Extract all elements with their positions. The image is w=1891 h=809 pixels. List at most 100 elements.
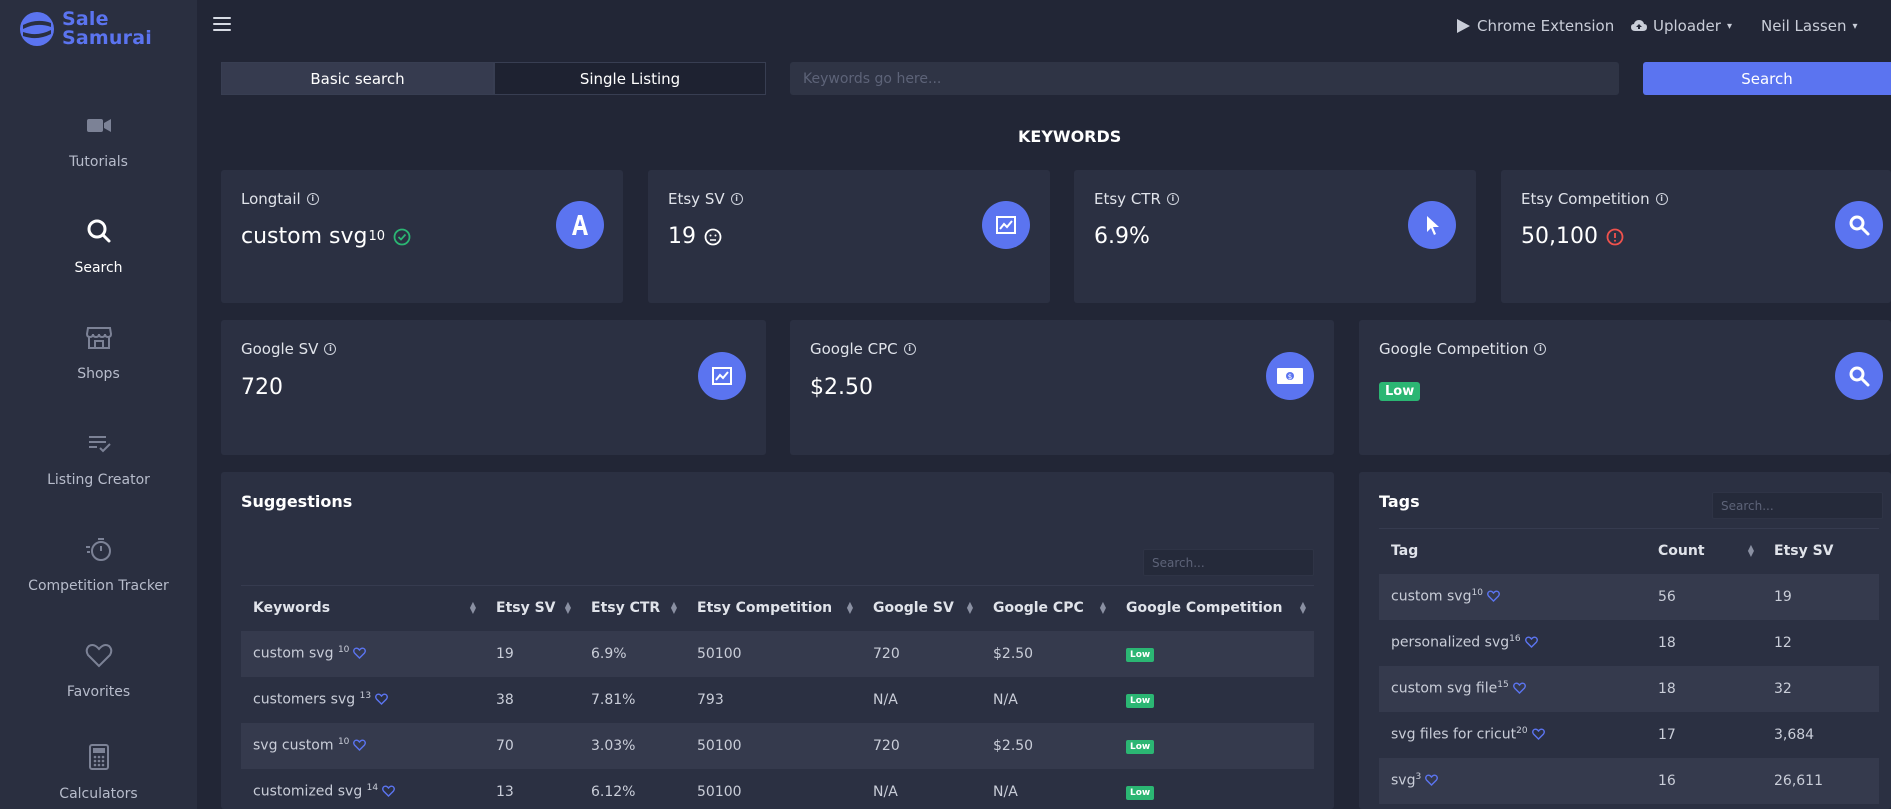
heart-outline-icon[interactable] <box>1486 590 1500 602</box>
column-header[interactable]: Count ▲ ▼ <box>1646 528 1762 574</box>
google-sv-card: Google SV i 720 <box>221 320 766 455</box>
tag-cell[interactable]: svg files for cricut20 <box>1379 711 1646 758</box>
sidebar-item-calculators[interactable]: Calculators <box>0 734 197 809</box>
tag-cell[interactable]: svg3 <box>1379 757 1646 804</box>
tag-cell[interactable]: personalized svg16 <box>1379 619 1646 666</box>
sidebar-item-search[interactable]: Search <box>0 208 197 308</box>
magnifier-icon <box>1835 201 1883 249</box>
etsy-ctr-value: 6.9% <box>1094 224 1150 249</box>
heart-outline-icon[interactable] <box>353 647 367 659</box>
cloud-upload-icon <box>1631 20 1647 31</box>
keyword-cell[interactable]: custom svg 10 <box>241 630 484 677</box>
table-row[interactable]: custom svg10 56 19 <box>1379 573 1879 620</box>
tag-cell[interactable]: custom svg10 <box>1379 573 1646 620</box>
sort-icon: ▲ ▼ <box>469 600 476 615</box>
store-icon <box>85 327 112 349</box>
etsy-competition-cell: 793 <box>685 676 861 723</box>
sidebar-item-label: Listing Creator <box>47 472 150 488</box>
search-icon <box>87 219 110 243</box>
uploader-dropdown[interactable]: Uploader ▾ <box>1631 17 1732 35</box>
logo[interactable]: Sale Samurai <box>18 10 152 48</box>
heart-outline-icon[interactable] <box>1512 682 1526 694</box>
heart-outline-icon[interactable] <box>1524 636 1538 648</box>
chevron-down-icon: ▾ <box>1726 20 1732 32</box>
table-row[interactable]: custom svg file15 18 32 <box>1379 665 1879 712</box>
sidebar-item-competition-tracker[interactable]: Competition Tracker <box>0 526 197 626</box>
tag-cell[interactable]: custom svg file15 <box>1379 665 1646 712</box>
column-header[interactable]: Tag <box>1379 528 1646 574</box>
count-cell: 18 <box>1646 619 1762 666</box>
card-label: Etsy SV i <box>668 190 743 208</box>
status-badge: Low <box>1126 786 1155 800</box>
search-button[interactable]: Search <box>1643 62 1891 95</box>
table-row[interactable]: custom svg 10 19 6.9% 50100 720 $2.50 Lo… <box>241 630 1314 677</box>
sidebar: Sale Samurai Tutorials Search Shops List… <box>0 0 197 809</box>
tags-search-input[interactable] <box>1712 492 1883 519</box>
google-cpc-cell: N/A <box>981 676 1114 723</box>
etsy-sv-cell: 3,684 <box>1762 711 1879 758</box>
info-icon[interactable]: i <box>730 193 743 205</box>
tab-basic-search[interactable]: Basic search <box>221 62 494 95</box>
column-header[interactable]: Etsy Competition ▲ ▼ <box>685 585 861 631</box>
column-header[interactable]: Etsy SV <box>1762 528 1879 574</box>
card-label: Etsy CTR i <box>1094 190 1179 208</box>
info-icon[interactable]: i <box>1655 193 1668 205</box>
chrome-extension-link[interactable]: Chrome Extension <box>1455 17 1614 35</box>
tab-single-listing[interactable]: Single Listing <box>494 62 766 95</box>
heart-outline-icon[interactable] <box>1425 774 1439 786</box>
etsy-ctr-cell: 3.03% <box>579 722 685 769</box>
heart-outline-icon[interactable] <box>353 739 367 751</box>
suggestions-search-input[interactable] <box>1143 549 1314 576</box>
heart-outline-icon[interactable] <box>382 785 396 797</box>
sidebar-item-tutorials[interactable]: Tutorials <box>0 102 197 202</box>
info-icon[interactable]: i <box>1166 193 1179 205</box>
check-circle-icon <box>393 228 411 245</box>
sort-icon: ▲ ▼ <box>1299 600 1306 615</box>
stopwatch-icon <box>85 538 111 561</box>
user-menu[interactable]: Neil Lassen ▾ <box>1761 17 1858 35</box>
table-row[interactable]: customized svg 14 13 6.12% 50100 N/A N/A… <box>241 768 1314 809</box>
google-sv-cell: 720 <box>861 722 981 769</box>
keyword-cell[interactable]: svg custom 10 <box>241 722 484 769</box>
hamburger-menu-icon[interactable] <box>213 17 231 35</box>
column-header[interactable]: Etsy CTR ▲ ▼ <box>579 585 685 631</box>
user-name: Neil Lassen <box>1761 17 1847 35</box>
trend-chart-icon <box>982 201 1030 249</box>
sidebar-item-shops[interactable]: Shops <box>0 314 197 414</box>
sidebar-item-label: Competition Tracker <box>28 578 169 594</box>
trend-chart-icon <box>698 352 746 400</box>
column-header[interactable]: Google CPC ▲ ▼ <box>981 585 1114 631</box>
etsy-competition-cell: 50100 <box>685 768 861 809</box>
table-row[interactable]: customers svg 13 38 7.81% 793 N/A N/A Lo… <box>241 676 1314 723</box>
info-icon[interactable]: i <box>903 343 916 355</box>
column-header[interactable]: Google Competition ▲ ▼ <box>1114 585 1314 631</box>
heart-outline-icon[interactable] <box>375 693 388 705</box>
info-icon[interactable]: i <box>1534 343 1547 355</box>
column-header[interactable]: Etsy SV ▲ ▼ <box>484 585 579 631</box>
magnifier-icon <box>1835 352 1883 400</box>
table-row[interactable]: svg custom 10 70 3.03% 50100 720 $2.50 L… <box>241 722 1314 769</box>
etsy-competition-cell: 50100 <box>685 630 861 677</box>
keywords-search-input[interactable] <box>790 62 1619 95</box>
sidebar-item-favorites[interactable]: Favorites <box>0 632 197 732</box>
table-row[interactable]: svg files for cricut20 17 3,684 <box>1379 711 1879 758</box>
letter-a-icon <box>556 201 604 249</box>
status-badge: Low <box>1126 648 1155 662</box>
table-row[interactable]: personalized svg16 18 12 <box>1379 619 1879 666</box>
column-header[interactable]: Keywords ▲ ▼ <box>241 585 484 631</box>
sort-icon: ▲ ▼ <box>966 600 973 615</box>
etsy-ctr-cell: 6.12% <box>579 768 685 809</box>
suggestions-panel: Suggestions Keywords▲▼ Etsy SV▲▼ Etsy CT… <box>221 472 1334 809</box>
sidebar-item-listing-creator[interactable]: Listing Creator <box>0 420 197 520</box>
keyword-cell[interactable]: customers svg 13 <box>241 676 484 723</box>
info-icon[interactable]: i <box>324 343 337 355</box>
google-competition-cell: Low <box>1114 722 1314 769</box>
suggestions-table: Keywords ▲ ▼ Etsy SV ▲ ▼ Etsy CTR ▲ ▼ Etsy Com… <box>241 585 1314 809</box>
sort-icon: ▲ ▼ <box>1747 543 1754 558</box>
table-row[interactable]: svg3 16 26,611 <box>1379 757 1879 804</box>
heart-outline-icon[interactable] <box>1531 728 1545 740</box>
column-header[interactable]: Google SV ▲ ▼ <box>861 585 981 631</box>
keyword-cell[interactable]: customized svg 14 <box>241 768 484 809</box>
info-icon[interactable]: i <box>306 193 319 205</box>
table-header-row: Keywords ▲ ▼ Etsy SV ▲ ▼ Etsy CTR ▲ ▼ Etsy Com… <box>241 585 1314 631</box>
